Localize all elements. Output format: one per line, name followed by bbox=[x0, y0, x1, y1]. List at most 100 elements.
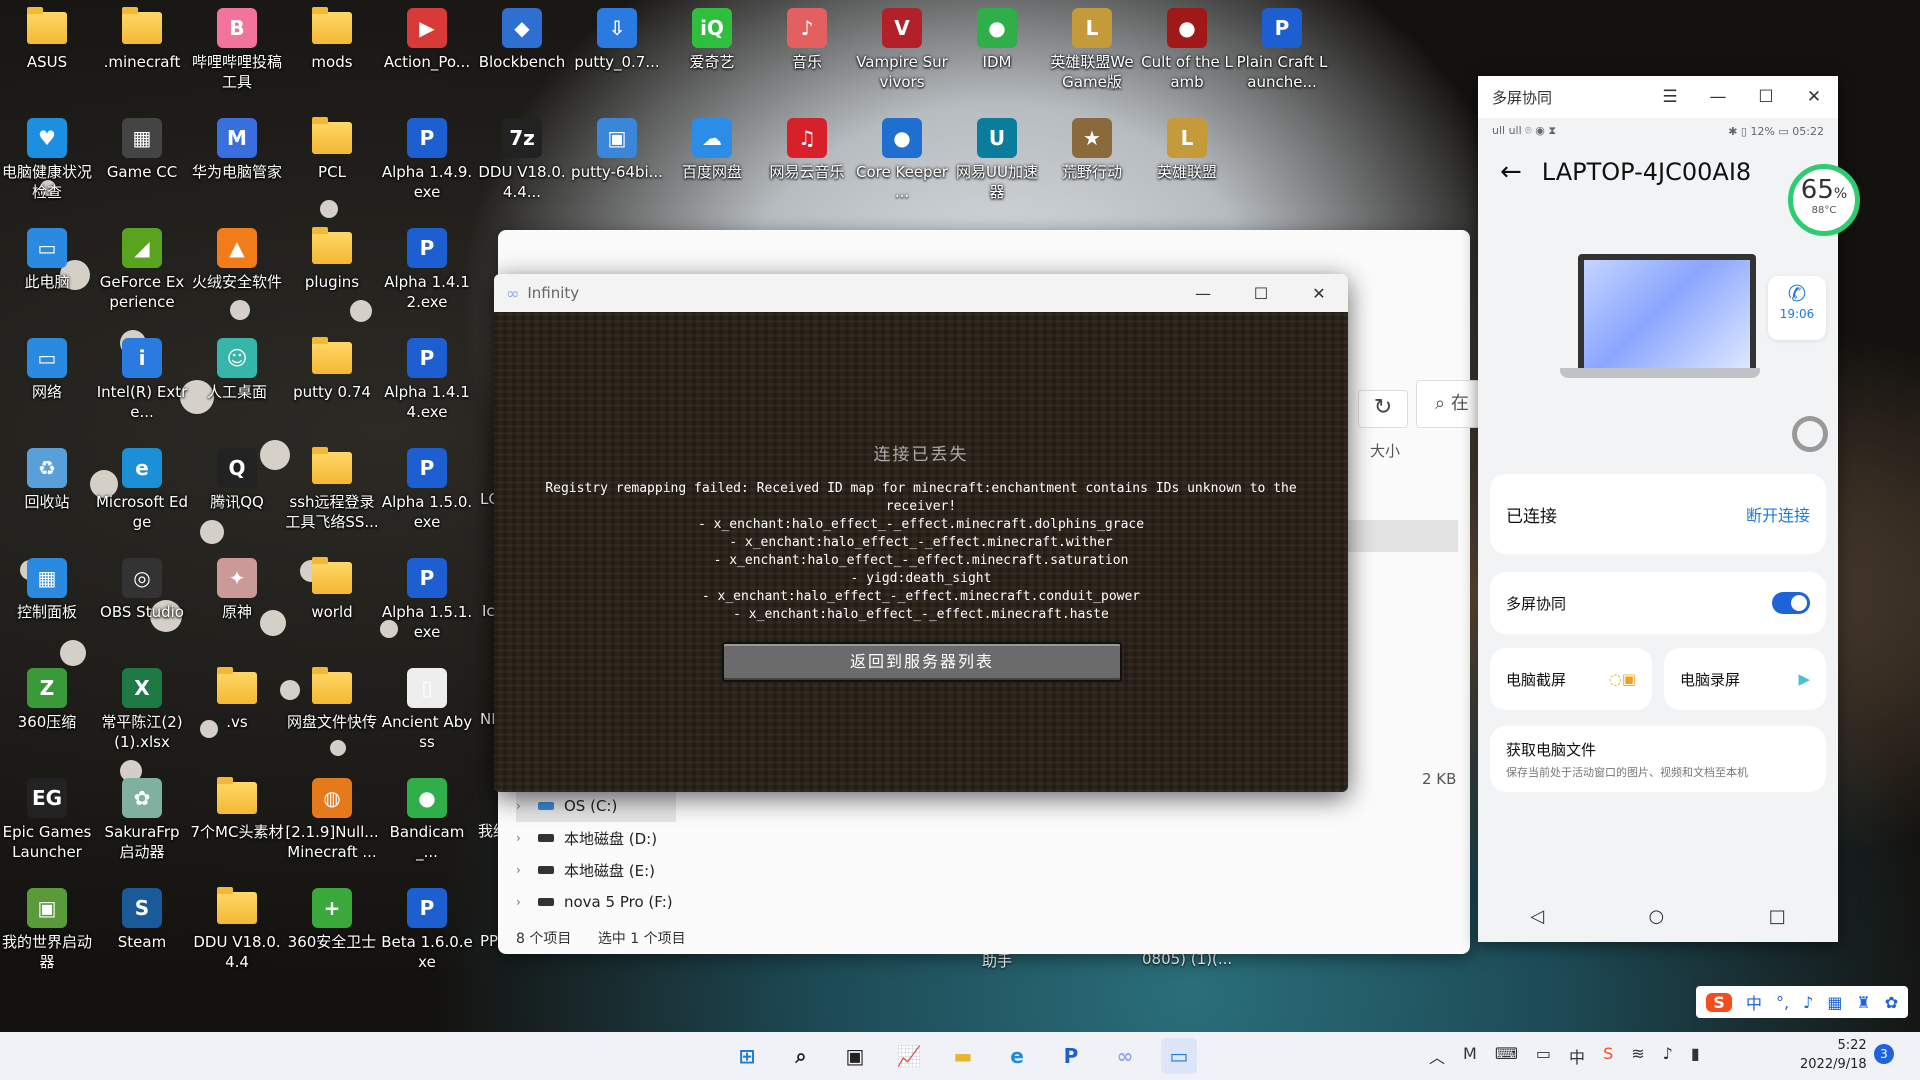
huawei-manager-icon[interactable]: M bbox=[1463, 1044, 1477, 1068]
desktop-icon[interactable]: ⇩ putty_0.7... bbox=[570, 8, 664, 72]
drive-item-e[interactable]: › 本地磁盘 (E:) bbox=[516, 854, 676, 886]
desktop-icon[interactable]: U 网易UU加速器 bbox=[950, 118, 1044, 202]
chevron-right-icon[interactable]: › bbox=[516, 895, 538, 909]
desktop-icon[interactable]: ▶ Action_Po... bbox=[380, 8, 474, 72]
desktop-icon[interactable]: ♪ 音乐 bbox=[760, 8, 854, 72]
desktop-icon[interactable]: ▣ 我的世界启动器 bbox=[0, 888, 94, 972]
desktop-icon[interactable]: i Intel(R) Extre... bbox=[95, 338, 189, 422]
desktop-icon[interactable]: ♫ 网易云音乐 bbox=[760, 118, 854, 182]
multiscreen-window[interactable]: 多屏协同 ☰ — ☐ ✕ ull ull ⌾ ◉ ⧗ ✱ ▯ 12% ▭ 05:… bbox=[1478, 76, 1860, 942]
nav-back-icon[interactable]: ◁ bbox=[1530, 906, 1544, 927]
desktop-icon[interactable]: ▦ Game CC bbox=[95, 118, 189, 182]
close-button[interactable]: ✕ bbox=[1290, 284, 1348, 303]
desktop-icon[interactable]: +360安全卫士 bbox=[285, 888, 379, 952]
desktop-icon[interactable]: ASUS bbox=[0, 7, 94, 72]
column-header-size[interactable]: 大小 bbox=[1370, 440, 1400, 461]
desktop-icon[interactable]: P Alpha 1.4.14.exe bbox=[380, 338, 474, 422]
desktop-icon[interactable]: ▯ Ancient Abyss bbox=[380, 668, 474, 752]
desktop-icon[interactable]: .vs bbox=[190, 667, 284, 732]
desktop-icon[interactable]: P Alpha 1.5.1.exe bbox=[380, 558, 474, 642]
floating-ring[interactable] bbox=[1792, 416, 1828, 452]
desktop-icon[interactable]: 7个MC头素材 bbox=[190, 777, 284, 842]
back-to-server-list-button[interactable]: 返回到服务器列表 bbox=[722, 642, 1122, 682]
desktop-icon[interactable]: Z 360压缩 bbox=[0, 668, 94, 732]
desktop-icon[interactable]: e Microsoft Edge bbox=[95, 448, 189, 532]
desktop-icon[interactable]: .minecraft bbox=[95, 7, 189, 72]
desktop-icon[interactable]: ☁ 百度网盘 bbox=[665, 118, 759, 182]
display-icon[interactable]: ▭ bbox=[1536, 1044, 1551, 1068]
taskbar-explorer-icon[interactable]: ▬ bbox=[945, 1038, 981, 1074]
ime-toolbar[interactable]: S 中 °, ♪ ▦ ♜ ✿ bbox=[1696, 986, 1909, 1018]
refresh-button[interactable]: ↻ bbox=[1358, 390, 1408, 428]
selected-row[interactable] bbox=[1346, 520, 1458, 552]
taskbar-start-icon[interactable]: ⊞ bbox=[729, 1038, 765, 1074]
wifi-icon[interactable]: ≋ bbox=[1631, 1044, 1644, 1068]
sogou-icon[interactable]: S bbox=[1706, 992, 1732, 1012]
ime-item[interactable]: °, bbox=[1776, 993, 1789, 1012]
desktop-icon[interactable]: L 英雄联盟 bbox=[1140, 118, 1234, 182]
taskbar-chart-icon[interactable]: 📈 bbox=[891, 1038, 927, 1074]
desktop-icon[interactable]: ▲ 火绒安全软件 bbox=[190, 228, 284, 292]
settings-icon[interactable]: ✿ bbox=[1885, 993, 1898, 1012]
taskbar-pcl-icon[interactable]: P bbox=[1053, 1038, 1089, 1074]
desktop-icon[interactable]: ♻ 回收站 bbox=[0, 448, 94, 512]
volume-icon[interactable]: ♪ bbox=[1663, 1044, 1673, 1068]
keyboard-icon[interactable]: ⌨ bbox=[1495, 1044, 1518, 1068]
back-arrow-icon[interactable]: ← bbox=[1500, 157, 1522, 187]
clock[interactable]: 5:22 2022/9/18 bbox=[1800, 1036, 1867, 1074]
desktop-icon[interactable]: putty 0.74 bbox=[285, 337, 379, 402]
desktop-icon[interactable]: M 华为电脑管家 bbox=[190, 118, 284, 182]
sogou-tray-icon[interactable]: S bbox=[1603, 1044, 1613, 1068]
desktop-icon[interactable]: world bbox=[285, 557, 379, 622]
ime-tray-icon[interactable]: 中 bbox=[1569, 1044, 1585, 1068]
desktop-icon[interactable]: L 英雄联盟WeGame版 bbox=[1045, 8, 1139, 92]
maximize-button[interactable]: ☐ bbox=[1742, 87, 1790, 107]
chevron-right-icon[interactable]: › bbox=[516, 799, 538, 813]
infinity-window[interactable]: ∞ Infinity — ☐ ✕ 连接已丢失 Registry remappin… bbox=[494, 274, 1348, 792]
battery-icon[interactable]: ▮ bbox=[1691, 1044, 1700, 1068]
drive-item-f[interactable]: › nova 5 Pro (F:) bbox=[516, 886, 676, 918]
chevron-right-icon[interactable]: › bbox=[516, 831, 538, 845]
window-titlebar[interactable]: ∞ Infinity — ☐ ✕ bbox=[494, 274, 1348, 312]
minimize-button[interactable]: — bbox=[1694, 87, 1742, 107]
desktop-icon[interactable]: 7z DDU V18.0.4.4... bbox=[475, 118, 569, 202]
desktop-icon[interactable]: ▦ 控制面板 bbox=[0, 558, 94, 622]
keyboard-icon[interactable]: ▦ bbox=[1827, 993, 1842, 1012]
desktop-icon[interactable]: ♥ 电脑健康状况检查 bbox=[0, 118, 94, 202]
ime-item[interactable]: 中 bbox=[1746, 990, 1762, 1014]
desktop-icon[interactable]: ● Cult of the Lamb bbox=[1140, 8, 1234, 92]
desktop-icon[interactable]: ● Bandicam_... bbox=[380, 778, 474, 862]
drive-item-c[interactable]: › OS (C:) bbox=[516, 790, 676, 822]
desktop-icon[interactable]: ◢ GeForce Experience bbox=[95, 228, 189, 312]
screenshot-card[interactable]: 电脑截屏 ◌▣ bbox=[1490, 648, 1652, 710]
desktop-icon[interactable]: plugins bbox=[285, 227, 379, 292]
desktop-icon[interactable]: P Beta 1.6.0.exe bbox=[380, 888, 474, 972]
desktop-icon[interactable]: ▭ 网络 bbox=[0, 338, 94, 402]
desktop-icon[interactable]: ★ 荒野行动 bbox=[1045, 118, 1139, 182]
desktop-icon[interactable]: B 哔哩哔哩投稿工具 bbox=[190, 8, 284, 92]
desktop-icon[interactable]: Q 腾讯QQ bbox=[190, 448, 284, 512]
maximize-button[interactable]: ☐ bbox=[1232, 284, 1290, 303]
desktop-icon[interactable]: ◆ Blockbench bbox=[475, 8, 569, 72]
window-titlebar[interactable]: 多屏协同 ☰ — ☐ ✕ bbox=[1478, 76, 1838, 118]
desktop-icon[interactable]: P Alpha 1.5.0.exe bbox=[380, 448, 474, 532]
desktop-icon[interactable]: ☺ 人工桌面 bbox=[190, 338, 284, 402]
desktop-icon[interactable]: EG Epic Games Launcher bbox=[0, 778, 94, 862]
chevron-right-icon[interactable]: › bbox=[516, 863, 538, 877]
chevron-up-icon[interactable]: ︿ bbox=[1429, 1044, 1445, 1068]
desktop-icon[interactable]: V Vampire Survivors bbox=[855, 8, 949, 92]
desktop-icon[interactable]: ◍ [2.1.9]Null... Minecraft ... bbox=[285, 778, 379, 862]
record-card[interactable]: 电脑录屏 ▶ bbox=[1664, 648, 1826, 710]
desktop-icon[interactable]: ● IDM bbox=[950, 8, 1044, 72]
desktop-icon[interactable]: 网盘文件快传 bbox=[285, 667, 379, 732]
desktop-icon[interactable]: iQ 爱奇艺 bbox=[665, 8, 759, 72]
desktop-icon[interactable]: P Plain Craft Launche... bbox=[1235, 8, 1329, 92]
nav-recent-icon[interactable]: □ bbox=[1769, 906, 1786, 927]
collab-toggle[interactable] bbox=[1772, 592, 1810, 614]
desktop-icon[interactable]: ▣ putty-64bi... bbox=[570, 118, 664, 182]
desktop-icon[interactable]: ✦ 原神 bbox=[190, 558, 284, 622]
desktop-icon[interactable]: S Steam bbox=[95, 888, 189, 952]
desktop-icon[interactable]: ssh远程登录工具飞络SS... bbox=[285, 447, 379, 532]
desktop-icon[interactable]: ● Core Keeper ... bbox=[855, 118, 949, 202]
close-button[interactable]: ✕ bbox=[1790, 87, 1838, 107]
